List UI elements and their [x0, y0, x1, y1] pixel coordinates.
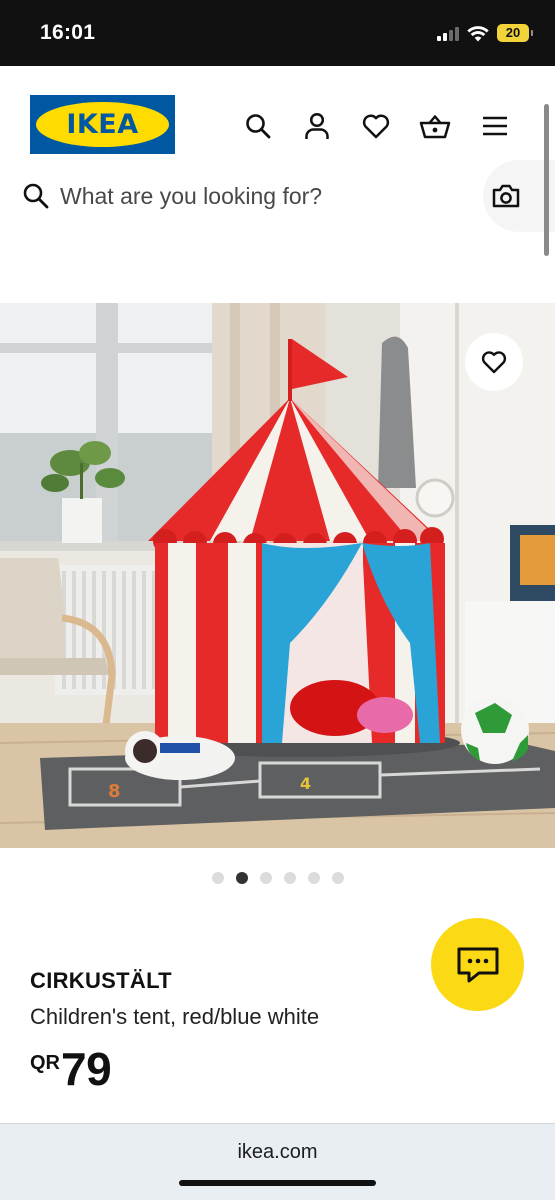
- product-description: Children's tent, red/blue white: [30, 1004, 320, 1029]
- signal-icon: [437, 25, 459, 41]
- basket-button[interactable]: [415, 106, 455, 146]
- home-indicator[interactable]: [179, 1180, 376, 1186]
- search-input[interactable]: [60, 174, 470, 218]
- price-value: 79: [61, 1043, 112, 1095]
- battery-level: 20: [505, 25, 521, 40]
- menu-button[interactable]: [475, 106, 515, 146]
- ikea-logo[interactable]: IKEA: [30, 95, 175, 154]
- account-button[interactable]: [297, 106, 337, 146]
- carousel-dot[interactable]: [211, 872, 224, 884]
- status-time: 16:01: [40, 21, 96, 44]
- logo-text: IKEA: [66, 109, 139, 140]
- menu-icon: [483, 116, 507, 136]
- carousel-dots: [0, 872, 555, 884]
- carousel-dot[interactable]: [283, 872, 296, 884]
- status-icons: 20: [437, 22, 533, 44]
- wifi-icon: [467, 25, 489, 41]
- scroll-indicator[interactable]: [544, 104, 549, 256]
- product-image[interactable]: 8 4: [0, 303, 555, 848]
- product-price: QR 79: [30, 1043, 112, 1095]
- header-search-button[interactable]: [238, 106, 278, 146]
- carousel-dot[interactable]: [307, 872, 320, 884]
- camera-icon: [492, 184, 520, 208]
- add-to-favorites-button[interactable]: [465, 333, 523, 391]
- battery-icon: 20: [497, 24, 533, 42]
- search-bar: [0, 160, 555, 232]
- carousel-dot-active[interactable]: [235, 872, 248, 884]
- carousel-dot[interactable]: [259, 872, 272, 884]
- status-bar: 16:01 20: [0, 0, 555, 66]
- product-name[interactable]: CIRKUSTÄLT: [30, 968, 172, 994]
- svg-text:4: 4: [300, 774, 311, 793]
- svg-text:8: 8: [108, 781, 121, 802]
- favorites-button[interactable]: [356, 106, 396, 146]
- price-currency: QR: [30, 1052, 60, 1074]
- favorites-icon: [362, 114, 390, 139]
- account-icon: [305, 112, 329, 139]
- carousel-dot[interactable]: [331, 872, 344, 884]
- chat-icon: [457, 947, 498, 982]
- url-text[interactable]: ikea.com: [0, 1141, 555, 1164]
- product-photo: 8 4: [0, 303, 555, 848]
- search-icon: [246, 114, 271, 139]
- search-icon: [23, 183, 49, 209]
- browser-address-bar[interactable]: ikea.com: [0, 1123, 555, 1200]
- chat-button[interactable]: [431, 918, 524, 1011]
- basket-icon: [419, 115, 451, 139]
- heart-icon: [481, 351, 507, 374]
